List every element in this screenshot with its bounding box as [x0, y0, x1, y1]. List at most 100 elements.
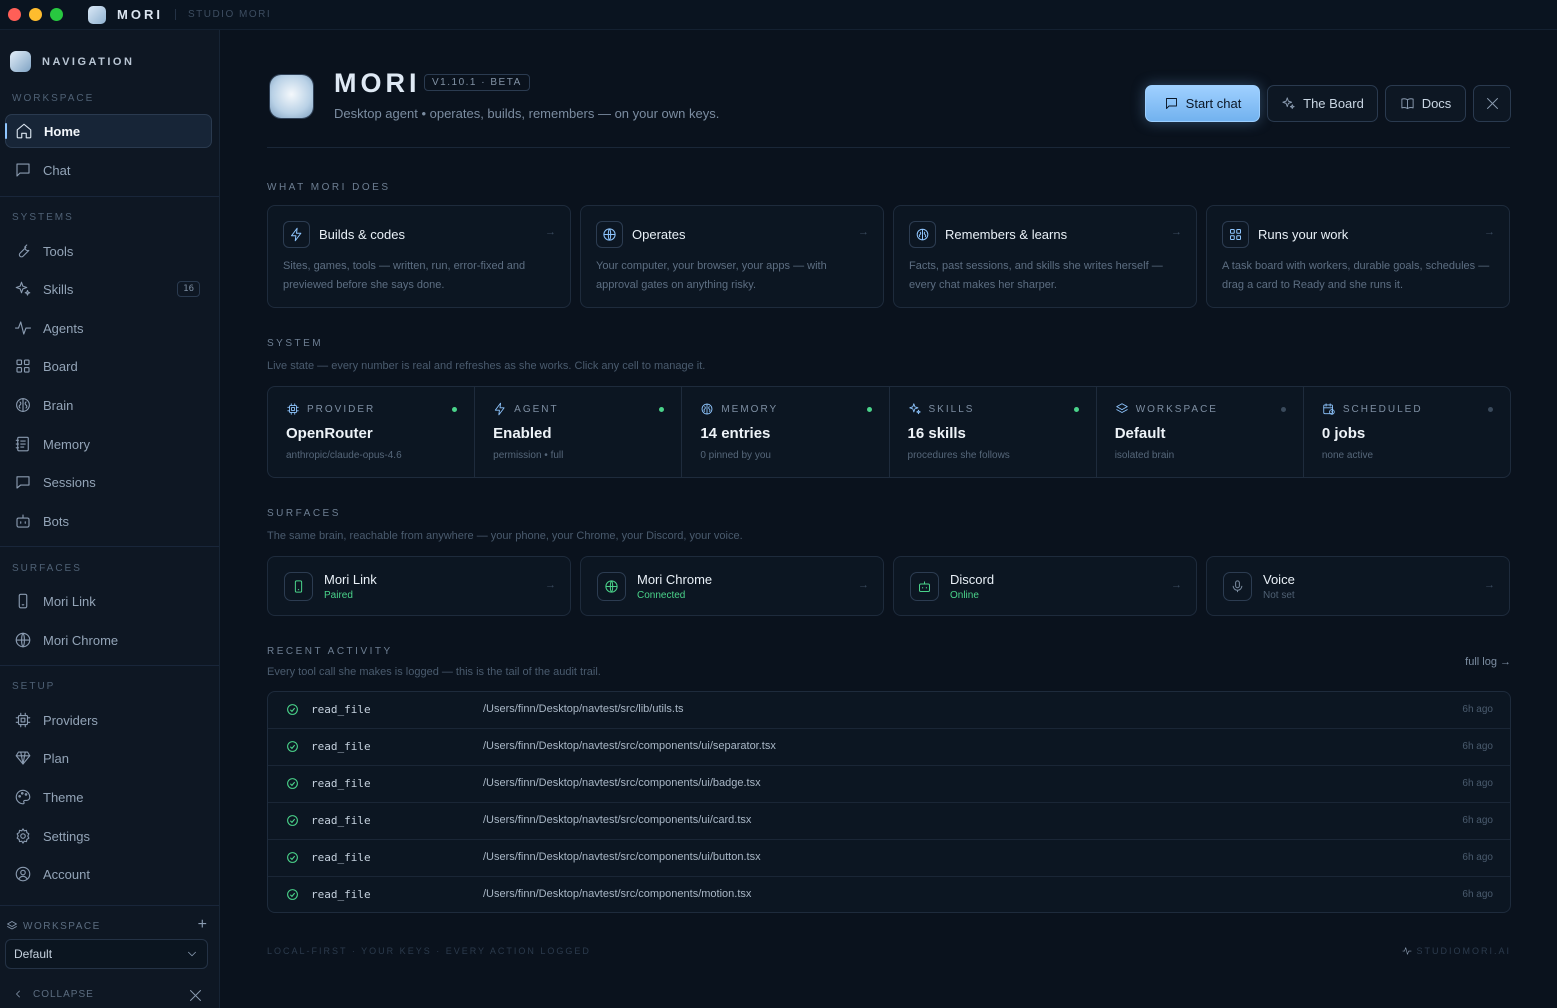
arrow-right-icon: → [858, 579, 869, 591]
chevron-down-icon [185, 947, 199, 961]
sidebar-item-label: Agents [43, 320, 84, 336]
system-status-grid: PROVIDER OpenRouter anthropic/claude-opu… [267, 386, 1511, 478]
activity-row[interactable]: read_file /Users/finn/Desktop/navtest/sr… [268, 729, 1510, 766]
system-cell-provider[interactable]: PROVIDER OpenRouter anthropic/claude-opu… [268, 387, 476, 477]
system-cell-skills[interactable]: SKILLS 16 skills procedures she follows [890, 387, 1097, 477]
activity-row[interactable]: read_file /Users/finn/Desktop/navtest/sr… [268, 877, 1510, 912]
sidebar-item-skills[interactable]: Skills 16 [5, 272, 212, 306]
check-circle-icon [286, 814, 299, 827]
activity-log-table: read_file /Users/finn/Desktop/navtest/sr… [267, 691, 1511, 913]
surface-title: Discord [950, 572, 995, 587]
status-dot [866, 407, 872, 412]
x-social-button[interactable] [1473, 85, 1511, 122]
minimize-window-button[interactable] [29, 8, 42, 21]
activity-time: 6h ago [1462, 741, 1493, 752]
sidebar-item-providers[interactable]: Providers [5, 703, 212, 737]
sidebar-item-account[interactable]: Account [5, 857, 212, 891]
check-circle-icon [286, 740, 299, 753]
system-cell-label: MEMORY [721, 403, 779, 415]
page-title: MORI [334, 68, 421, 98]
system-cell-value: 16 skills [907, 425, 966, 442]
docs-label: Docs [1421, 96, 1452, 111]
close-window-button[interactable] [8, 8, 21, 21]
page-subtitle: Desktop agent • operates, builds, rememb… [334, 106, 720, 121]
section-desc-surfaces: The same brain, reachable from anywhere … [267, 530, 743, 542]
sidebar-item-mori-link[interactable]: Mori Link [5, 584, 212, 618]
x-social-icon[interactable] [188, 988, 203, 1003]
sidebar-item-board[interactable]: Board [5, 349, 212, 383]
system-cell-sub: permission • full [493, 450, 564, 461]
section-label-surfaces: SURFACES [12, 563, 82, 574]
main-content: MORI V1.10.1 · BETA Desktop agent • oper… [221, 30, 1557, 1008]
system-cell-scheduled[interactable]: SCHEDULED 0 jobs none active [1304, 387, 1510, 477]
feature-card-title: Operates [632, 227, 686, 242]
feature-card-title: Remembers & learns [945, 227, 1068, 242]
activity-time: 6h ago [1462, 852, 1493, 863]
activity-time: 6h ago [1462, 704, 1493, 715]
the-board-button[interactable]: The Board [1267, 85, 1378, 122]
layers-icon [1115, 402, 1129, 416]
arrow-right-icon: → [1171, 226, 1182, 238]
globe-icon [597, 572, 626, 601]
surface-card-mori-chrome[interactable]: Mori Chrome Connected → [580, 556, 884, 616]
sidebar-item-plan[interactable]: Plan [5, 741, 212, 775]
workspace-select-value: Default [14, 947, 53, 961]
smartphone-icon [284, 572, 313, 601]
sidebar-item-agents[interactable]: Agents [5, 311, 212, 345]
footer-site-link[interactable]: STUDIOMORI.AI [1402, 946, 1511, 956]
full-log-link[interactable]: full log → [1465, 656, 1511, 668]
sidebar-item-mori-chrome[interactable]: Mori Chrome [5, 623, 212, 657]
sidebar-item-label: Brain [43, 397, 74, 413]
system-cell-sub: 0 pinned by you [700, 450, 771, 461]
section-heading-system: SYSTEM [267, 338, 324, 349]
system-cell-agent[interactable]: AGENT Enabled permission • full [475, 387, 683, 477]
system-cell-value: 0 jobs [1321, 425, 1366, 442]
activity-row[interactable]: read_file /Users/finn/Desktop/navtest/sr… [268, 692, 1510, 729]
sidebar-item-settings[interactable]: Settings [5, 819, 212, 853]
maximize-window-button[interactable] [50, 8, 63, 21]
surface-card-discord[interactable]: Discord Online → [893, 556, 1197, 616]
cpu-icon [286, 402, 300, 416]
system-cell-label: AGENT [514, 403, 559, 415]
feature-card-remembers[interactable]: Remembers & learns → Facts, past session… [893, 205, 1197, 308]
feature-card-builds[interactable]: Builds & codes → Sites, games, tools — w… [267, 205, 571, 308]
activity-icon [1402, 946, 1412, 956]
docs-button[interactable]: Docs [1385, 85, 1466, 122]
sidebar-item-tools[interactable]: Tools [5, 234, 212, 268]
globe-icon [13, 631, 33, 649]
cpu-icon [13, 711, 33, 729]
sidebar-item-brain[interactable]: Brain [5, 388, 212, 422]
sidebar-item-home[interactable]: Home [5, 114, 212, 148]
sidebar-item-chat[interactable]: Chat [5, 153, 212, 187]
sidebar-divider [0, 905, 219, 906]
activity-tool: read_file [311, 851, 371, 864]
calendar-clock-icon [1322, 402, 1336, 416]
sidebar-item-memory[interactable]: Memory [5, 427, 212, 461]
system-cell-workspace[interactable]: WORKSPACE Default isolated brain [1097, 387, 1304, 477]
feature-card-runs-work[interactable]: Runs your work → A task board with worke… [1206, 205, 1510, 308]
activity-time: 6h ago [1462, 889, 1493, 900]
workspace-select[interactable]: Default [5, 939, 208, 969]
start-chat-button[interactable]: Start chat [1145, 85, 1260, 122]
feature-card-desc: A task board with workers, durable goals… [1222, 260, 1490, 291]
add-workspace-button[interactable]: + [198, 916, 207, 934]
feature-card-operates[interactable]: Operates → Your computer, your browser, … [580, 205, 884, 308]
layers-icon [6, 920, 18, 932]
sidebar-item-sessions[interactable]: Sessions [5, 465, 212, 499]
x-social-icon [1485, 96, 1500, 111]
surface-title: Voice [1263, 572, 1295, 587]
sidebar-item-bots[interactable]: Bots [5, 504, 212, 538]
surface-card-mori-link[interactable]: Mori Link Paired → [267, 556, 571, 616]
activity-row[interactable]: read_file /Users/finn/Desktop/navtest/sr… [268, 803, 1510, 840]
system-cell-memory[interactable]: MEMORY 14 entries 0 pinned by you [682, 387, 890, 477]
surface-card-voice[interactable]: Voice Not set → [1206, 556, 1510, 616]
activity-row[interactable]: read_file /Users/finn/Desktop/navtest/sr… [268, 840, 1510, 877]
arrow-right-icon: → [858, 226, 869, 238]
sidebar-item-theme[interactable]: Theme [5, 780, 212, 814]
the-board-label: The Board [1303, 96, 1364, 111]
activity-row[interactable]: read_file /Users/finn/Desktop/navtest/sr… [268, 766, 1510, 803]
start-chat-label: Start chat [1185, 96, 1242, 111]
activity-tool: read_file [311, 703, 371, 716]
collapse-sidebar-button[interactable]: COLLAPSE [12, 988, 94, 1000]
sidebar-item-label: Providers [43, 712, 98, 728]
